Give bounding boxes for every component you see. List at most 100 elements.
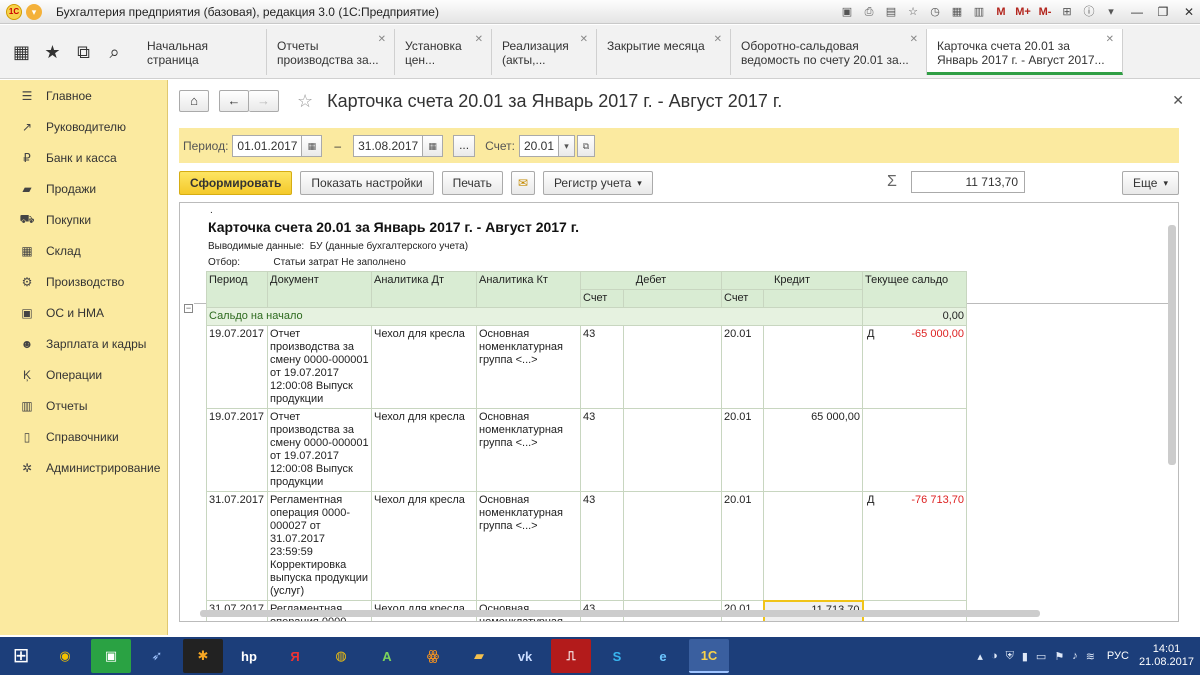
sidebar-item-bank[interactable]: ₽ Банк и касса — [0, 142, 167, 173]
yandex-icon[interactable]: Я — [275, 639, 315, 673]
print-button[interactable]: Печать — [441, 171, 503, 195]
search-icon[interactable]: ⌕ — [102, 42, 128, 63]
report-document[interactable]: . Карточка счета 20.01 за Январь 2017 г.… — [179, 202, 1179, 622]
row-analytics-kt[interactable]: Основная номенклатурная группа <...> — [476, 325, 581, 409]
collapse-icon[interactable]: − — [184, 304, 193, 313]
rocket-icon[interactable]: ➶ — [137, 639, 177, 673]
pdf-reader-icon[interactable]: ⎍ — [551, 639, 591, 673]
register-button[interactable]: Регистр учета ▾ — [542, 171, 653, 195]
row-analytics-dt[interactable]: Чехол для кресла — [371, 325, 477, 409]
more-button[interactable]: Еще ▾ — [1122, 171, 1179, 195]
memory-minus-button[interactable]: M- — [1036, 3, 1054, 21]
close-icon[interactable]: ✕ — [714, 33, 722, 47]
app-logo-icon[interactable]: 1С — [6, 3, 22, 20]
arrow-up-icon[interactable]: ▴ — [977, 650, 983, 663]
row-document[interactable]: Регламентная операция 0000-000027 от 31.… — [267, 491, 372, 601]
calculator-icon[interactable]: ▦ — [948, 3, 966, 21]
row-document[interactable]: Отчет производства за смену 0000-000001 … — [267, 325, 372, 409]
sidebar-item-purchases[interactable]: ⛟ Покупки — [0, 204, 167, 235]
sidebar-item-warehouse[interactable]: ▦ Склад — [0, 235, 167, 266]
network-icon[interactable]: ▮ — [1022, 650, 1028, 663]
info-icon[interactable]: ⓘ — [1080, 3, 1098, 21]
account-field[interactable]: 20.01 — [519, 134, 559, 157]
tab-home[interactable]: Начальная страница — [137, 29, 267, 75]
generate-button[interactable]: Сформировать — [179, 171, 293, 195]
sections-grid-icon[interactable]: ▦ — [9, 42, 35, 63]
selected-sum-field[interactable]: 11 713,70 — [911, 171, 1025, 193]
sidebar-item-assets[interactable]: ▣ ОС и НМА — [0, 297, 167, 328]
favorites-star-icon[interactable]: ★ — [40, 42, 66, 63]
horizontal-scrollbar[interactable] — [200, 610, 1040, 617]
tab-price-setting[interactable]: Установка цен... ✕ — [395, 29, 492, 75]
home-button[interactable]: ⌂ — [179, 90, 209, 112]
odnoklassniki-icon[interactable]: ꙮ — [413, 639, 453, 673]
row-document[interactable]: Отчет производства за смену 0000-000001 … — [267, 408, 372, 492]
folder-icon[interactable]: ▰ — [459, 639, 499, 673]
sidebar-item-reports[interactable]: ▥ Отчеты — [0, 390, 167, 421]
photo-app-icon[interactable]: ✱ — [183, 639, 223, 673]
opening-balance-row[interactable]: Сальдо на начало 0,00 — [206, 307, 967, 326]
wifi-icon[interactable]: ≋ — [1086, 650, 1095, 663]
favorites-icon[interactable]: ☆ — [904, 3, 922, 21]
period-select-button[interactable]: ... — [453, 134, 476, 157]
vk-icon[interactable]: vk — [505, 639, 545, 673]
sidebar-item-manager[interactable]: ↗ Руководителю — [0, 111, 167, 142]
table-row[interactable]: 31.07.2017 Регламентная операция 0000-00… — [206, 491, 967, 601]
date-from-field[interactable]: 01.01.2017 — [232, 134, 303, 157]
calendar-icon[interactable]: ▥ — [970, 3, 988, 21]
close-icon[interactable]: ✕ — [1106, 33, 1114, 47]
tab-sales[interactable]: Реализация (акты,... ✕ — [492, 29, 597, 75]
close-icon[interactable]: ✕ — [910, 33, 918, 47]
tray-app-icon[interactable]: ◑ — [991, 650, 998, 662]
tab-account-card[interactable]: Карточка счета 20.01 за Январь 2017 г. -… — [927, 29, 1123, 75]
row-analytics-kt[interactable]: Основная номенклатурная группа <...> — [476, 408, 581, 492]
1c-app-icon[interactable]: 1С — [689, 639, 729, 673]
table-row[interactable]: 19.07.2017 Отчет производства за смену 0… — [206, 325, 967, 409]
sidebar-item-operations[interactable]: Ķ Операции — [0, 359, 167, 390]
tab-turnover-balance[interactable]: Оборотно-сальдовая ведомость по счету 20… — [731, 29, 927, 75]
hp-icon[interactable]: hp — [229, 639, 269, 673]
close-form-icon[interactable]: ✕ — [1172, 92, 1184, 109]
date-to-field[interactable]: 31.08.2017 — [353, 134, 424, 157]
sidebar-item-production[interactable]: ⚙ Производство — [0, 266, 167, 297]
tab-month-closing[interactable]: Закрытие месяца ✕ — [597, 29, 731, 75]
clock[interactable]: 14:01 21.08.2017 — [1139, 643, 1194, 669]
settings-menu-icon[interactable]: ▾ — [1102, 3, 1120, 21]
chevron-down-icon[interactable]: ▾ — [559, 134, 575, 157]
sidebar-item-payroll[interactable]: ☻ Зарплата и кадры — [0, 328, 167, 359]
table-row[interactable]: 19.07.2017 Отчет производства за смену 0… — [206, 408, 967, 492]
android-icon[interactable]: A — [367, 639, 407, 673]
minimize-button[interactable]: — — [1126, 3, 1148, 21]
forward-button[interactable]: → — [249, 90, 279, 112]
battery-icon[interactable]: ▭ — [1036, 650, 1046, 663]
tab-production-reports[interactable]: Отчеты производства за... ✕ — [267, 29, 395, 75]
row-analytics-kt[interactable]: Основная номенклатурная группа <...> — [476, 491, 581, 601]
zoom-icon[interactable]: ⊞ — [1058, 3, 1076, 21]
skype-icon[interactable]: S — [597, 639, 637, 673]
media-player-icon[interactable]: ◉ — [45, 639, 85, 673]
print-icon[interactable]: ⎙ — [860, 3, 878, 21]
windows-start-icon[interactable]: ⊞ — [0, 637, 42, 675]
preview-icon[interactable]: ▤ — [882, 3, 900, 21]
row-analytics-dt[interactable]: Чехол для кресла — [371, 408, 477, 492]
sidebar-item-catalogs[interactable]: ▯ Справочники — [0, 421, 167, 452]
memory-button[interactable]: M — [992, 3, 1010, 21]
shield-icon[interactable]: ⛨ — [1006, 650, 1014, 663]
maximize-button[interactable]: ❐ — [1152, 3, 1174, 21]
flag-icon[interactable]: ⚑ — [1054, 650, 1064, 663]
close-icon[interactable]: ✕ — [580, 33, 588, 47]
language-indicator[interactable]: РУС — [1107, 650, 1129, 662]
main-menu-icon[interactable]: ▾ — [26, 3, 42, 20]
history-icon[interactable]: ◷ — [926, 3, 944, 21]
sidebar-item-main[interactable]: ☰ Главное — [0, 80, 167, 111]
volume-icon[interactable]: ♪ — [1072, 650, 1078, 662]
back-button[interactable]: ← — [219, 90, 249, 112]
internet-explorer-icon[interactable]: e — [643, 639, 683, 673]
email-icon[interactable]: ✉ — [510, 171, 535, 195]
history-icon[interactable]: ⧉ — [71, 42, 97, 63]
favorite-star-icon[interactable]: ☆ — [297, 91, 313, 112]
close-window-button[interactable]: ✕ — [1178, 3, 1200, 21]
save-icon[interactable]: ▣ — [838, 3, 856, 21]
close-icon[interactable]: ✕ — [378, 33, 386, 47]
show-settings-button[interactable]: Показать настройки — [300, 171, 434, 195]
